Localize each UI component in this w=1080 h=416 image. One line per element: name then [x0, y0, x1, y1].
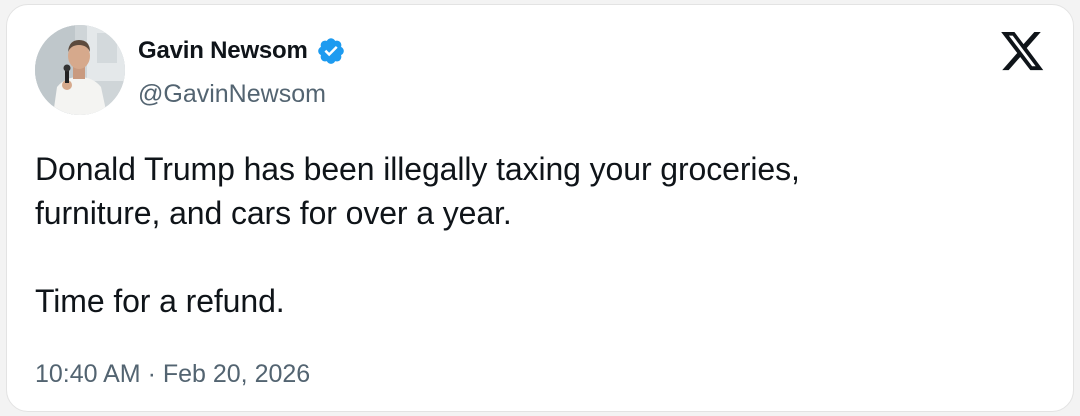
- tweet-line: furniture, and cars for over a year.: [35, 195, 512, 231]
- x-logo-icon[interactable]: [1001, 32, 1045, 72]
- tweet-card: Gavin Newsom @GavinNewsom Donald Trump h…: [6, 4, 1074, 412]
- tweet-line: Donald Trump has been illegally taxing y…: [35, 151, 800, 187]
- tweet-line: Time for a refund.: [35, 283, 285, 319]
- avatar[interactable]: [35, 25, 125, 115]
- tweet-paragraph-gap: [35, 235, 1035, 279]
- verified-badge-icon: [316, 36, 346, 66]
- author-handle[interactable]: @GavinNewsom: [138, 80, 326, 109]
- tweet-timestamp[interactable]: 10:40 AM · Feb 20, 2026: [35, 360, 310, 389]
- avatar-photo: [35, 25, 125, 115]
- author-name[interactable]: Gavin Newsom: [138, 37, 308, 65]
- tweet-text: Donald Trump has been illegally taxing y…: [35, 147, 1035, 323]
- author-row: Gavin Newsom: [138, 34, 346, 68]
